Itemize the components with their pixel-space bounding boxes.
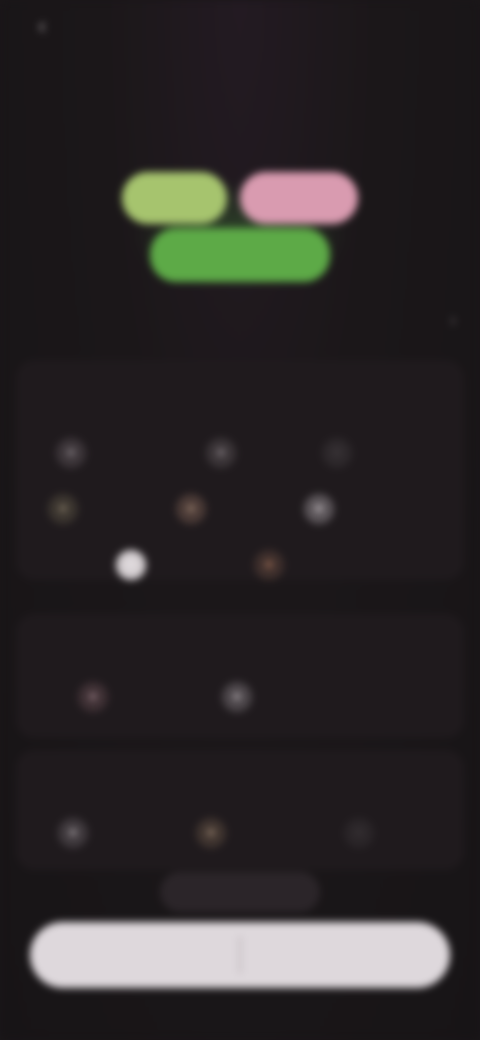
- hero-pill-green: [150, 228, 330, 282]
- circle-icon: ●: [176, 494, 206, 524]
- chevron-right-icon: ›: [450, 310, 456, 330]
- option-chip[interactable]: ●: [116, 548, 156, 582]
- option-chip[interactable]: ●: [206, 436, 246, 470]
- back-button[interactable]: ‹: [30, 13, 64, 38]
- circle-icon: ●: [196, 818, 226, 848]
- option-chip[interactable]: ○: [344, 816, 384, 850]
- circle-icon: ○: [322, 438, 352, 468]
- option-chip[interactable]: ●: [222, 680, 262, 714]
- arrow-left-icon: ‹: [38, 13, 46, 38]
- option-chip[interactable]: ●: [304, 492, 344, 526]
- options-card-1: [16, 360, 464, 580]
- circle-icon: ○: [344, 818, 374, 848]
- options-card-2: [16, 614, 464, 738]
- section-header[interactable]: ›: [22, 302, 462, 346]
- hero-pill-lime: [122, 172, 227, 224]
- option-chip[interactable]: ●: [254, 548, 294, 582]
- options-card-3: [16, 750, 464, 870]
- option-chip[interactable]: ●: [56, 436, 96, 470]
- circle-icon: ●: [254, 550, 284, 580]
- option-chip[interactable]: ○: [322, 436, 362, 470]
- app-screen: ‹ › ● ● ○ ● ● ● ● ● ● ● ● ● ○: [0, 0, 480, 1040]
- option-chip[interactable]: ●: [58, 816, 98, 850]
- hero-pill-pink: [240, 172, 358, 224]
- circle-icon: ●: [222, 682, 252, 712]
- circle-icon: ●: [48, 494, 78, 524]
- bottom-action-bar: [30, 922, 450, 988]
- circle-icon: ●: [56, 438, 86, 468]
- top-bar: ‹: [0, 0, 480, 62]
- bottom-right-button[interactable]: [241, 922, 450, 988]
- hero-graphic: [110, 160, 370, 300]
- option-chip[interactable]: ●: [196, 816, 236, 850]
- circle-icon: ●: [304, 494, 334, 524]
- circle-icon: ●: [206, 438, 236, 468]
- floating-pill[interactable]: [160, 872, 320, 912]
- option-chip[interactable]: ●: [48, 492, 88, 526]
- circle-icon: ●: [58, 818, 88, 848]
- option-chip[interactable]: ●: [78, 680, 118, 714]
- option-chip[interactable]: ●: [176, 492, 216, 526]
- circle-icon: ●: [78, 682, 108, 712]
- bottom-left-button[interactable]: [30, 922, 239, 988]
- circle-icon: ●: [116, 550, 146, 580]
